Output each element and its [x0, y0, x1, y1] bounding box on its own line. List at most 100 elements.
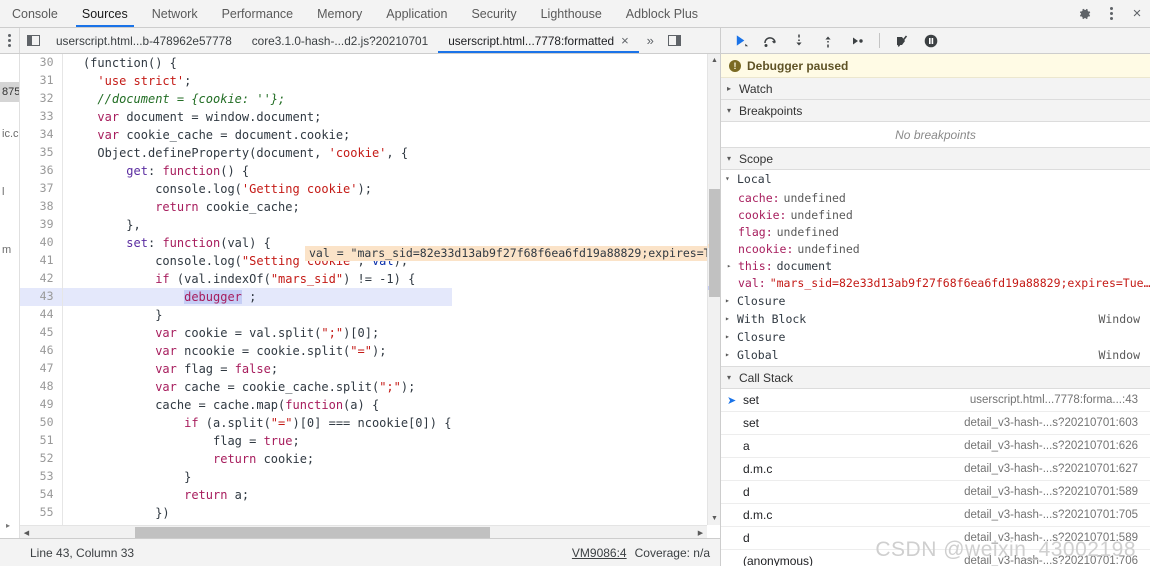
code-line[interactable]: 38 return cookie_cache; — [20, 198, 452, 216]
tab-sources[interactable]: Sources — [70, 0, 140, 27]
scope-group-closure[interactable]: ▸ Closure — [721, 292, 1150, 310]
step-into-next-function-call-button[interactable] — [789, 31, 809, 51]
code-line[interactable]: 33 var document = window.document; — [20, 108, 452, 126]
line-number[interactable]: 42 — [20, 270, 63, 288]
line-content[interactable]: }, — [62, 216, 452, 234]
close-file-tab-icon[interactable]: × — [621, 34, 629, 47]
show-navigator-button[interactable] — [20, 28, 46, 53]
line-content[interactable]: } — [62, 468, 452, 486]
line-content[interactable]: var cache = cookie_cache.split(";"); — [62, 378, 452, 396]
editor-vertical-scrollbar[interactable]: ▲ ▼ — [707, 54, 720, 525]
line-content[interactable]: var ncookie = cookie.split("="); — [62, 342, 452, 360]
line-content[interactable]: debugger ; — [62, 288, 453, 306]
code-line[interactable]: 30 (function() { — [20, 54, 452, 72]
settings-button[interactable] — [1072, 0, 1098, 27]
line-number[interactable]: 44 — [20, 306, 63, 324]
navigator-sliver-row[interactable]: m — [0, 240, 19, 260]
close-devtools-button[interactable]: × — [1124, 0, 1150, 27]
step-out-of-current-function-button[interactable] — [818, 31, 838, 51]
scroll-down-icon[interactable]: ▼ — [708, 512, 720, 525]
scope-variable-row[interactable]: val: "mars_sid=82e33d13ab9f27f68f6ea6fd19… — [721, 275, 1150, 292]
line-number[interactable]: 30 — [20, 54, 63, 72]
line-content[interactable]: flag = true; — [62, 432, 452, 450]
line-number[interactable]: 34 — [20, 126, 63, 144]
breakpoints-section-header[interactable]: ▾ Breakpoints — [721, 100, 1150, 122]
scope-group-with-block[interactable]: ▸ With Block Window — [721, 310, 1150, 328]
tab-network[interactable]: Network — [140, 0, 210, 27]
line-number[interactable]: 35 — [20, 144, 63, 162]
file-tab-3[interactable]: userscript.html...7778:formatted × — [438, 28, 640, 53]
call-stack-section-header[interactable]: ▾ Call Stack — [721, 367, 1150, 389]
line-content[interactable]: get: function() { — [62, 162, 452, 180]
line-number[interactable]: 47 — [20, 360, 63, 378]
navigator-sliver[interactable]: 8757 ic.cc l m ▸ — [0, 54, 20, 538]
code-line[interactable]: 42 if (val.indexOf("mars_sid") != -1) { — [20, 270, 452, 288]
line-number[interactable]: 55 — [20, 504, 63, 522]
line-content[interactable]: var cookie_cache = document.cookie; — [62, 126, 452, 144]
line-content[interactable]: var flag = false; — [62, 360, 452, 378]
code-line[interactable]: 35 Object.defineProperty(document, 'cook… — [20, 144, 452, 162]
file-tab-overflow-button[interactable]: » — [639, 28, 662, 53]
code-line[interactable]: 52 return cookie; — [20, 450, 452, 468]
line-content[interactable]: 'use strict'; — [62, 72, 452, 90]
line-number[interactable]: 41 — [20, 252, 63, 270]
line-number[interactable]: 40 — [20, 234, 63, 252]
editor-horizontal-scrollbar[interactable]: ◀ ▶ — [20, 525, 707, 538]
step-button[interactable] — [847, 31, 867, 51]
code-line[interactable]: 43 debugger ; — [20, 288, 453, 306]
file-tabs-more-button[interactable] — [0, 28, 20, 53]
code-line[interactable]: 37 console.log('Getting cookie'); — [20, 180, 452, 198]
code-line[interactable]: 46 var ncookie = cookie.split("="); — [20, 342, 452, 360]
show-debugger-sidebar-button[interactable] — [662, 28, 688, 53]
step-over-next-function-call-button[interactable] — [760, 31, 780, 51]
scope-group-local[interactable]: ▾ Local — [721, 170, 1150, 188]
scroll-left-icon[interactable]: ◀ — [20, 526, 33, 538]
tab-security[interactable]: Security — [459, 0, 528, 27]
line-content[interactable]: //document = {cookie: ''}; — [62, 90, 452, 108]
line-number[interactable]: 53 — [20, 468, 63, 486]
call-stack-row[interactable]: d detail_v3-hash-...s?20210701:589 — [721, 481, 1150, 504]
scope-variable-row[interactable]: cookie: undefined — [721, 207, 1150, 224]
line-number[interactable]: 46 — [20, 342, 63, 360]
scope-group-global[interactable]: ▸ Global Window — [721, 346, 1150, 364]
code-line[interactable]: 31 'use strict'; — [20, 72, 452, 90]
tab-adblock-plus[interactable]: Adblock Plus — [614, 0, 710, 27]
line-content[interactable]: (function() { — [62, 54, 452, 72]
resume-script-execution-button[interactable] — [731, 31, 751, 51]
code-line[interactable]: 50 if (a.split("=")[0] === ncookie[0]) { — [20, 414, 452, 432]
more-options-button[interactable] — [1098, 0, 1124, 27]
scope-section-header[interactable]: ▾ Scope — [721, 148, 1150, 170]
scope-group-closure[interactable]: ▸ Closure — [721, 328, 1150, 346]
line-number[interactable]: 43 — [20, 288, 63, 306]
line-content[interactable]: if (val.indexOf("mars_sid") != -1) { — [62, 270, 452, 288]
line-content[interactable]: cache = cache.map(function(a) { — [62, 396, 452, 414]
call-stack-row[interactable]: d.m.c detail_v3-hash-...s?20210701:705 — [721, 504, 1150, 527]
tab-console[interactable]: Console — [0, 0, 70, 27]
line-number[interactable]: 45 — [20, 324, 63, 342]
code-line[interactable]: 32 //document = {cookie: ''}; — [20, 90, 452, 108]
scope-variable-row[interactable]: ncookie: undefined — [721, 241, 1150, 258]
line-content[interactable]: if (a.split("=")[0] === ncookie[0]) { — [62, 414, 452, 432]
code-line[interactable]: 45 var cookie = val.split(";")[0]; — [20, 324, 452, 342]
navigator-sliver-row[interactable]: l — [0, 182, 19, 202]
line-content[interactable]: return cookie_cache; — [62, 198, 452, 216]
pause-on-exceptions-button[interactable] — [921, 31, 941, 51]
line-content[interactable]: Object.defineProperty(document, 'cookie'… — [62, 144, 452, 162]
line-content[interactable]: console.log('Getting cookie'); — [62, 180, 452, 198]
horizontal-scroll-thumb[interactable] — [135, 527, 490, 538]
call-stack-row[interactable]: ➤ set userscript.html...7778:forma...:43 — [721, 389, 1150, 412]
line-number[interactable]: 33 — [20, 108, 63, 126]
scope-variable-row[interactable]: cache: undefined — [721, 190, 1150, 207]
source-code-editor[interactable]: 30 (function() {31 'use strict'; 32 //doc… — [20, 54, 720, 538]
deactivate-breakpoints-button[interactable] — [892, 31, 912, 51]
call-stack-row[interactable]: set detail_v3-hash-...s?20210701:603 — [721, 412, 1150, 435]
call-stack-row[interactable]: (anonymous) detail_v3-hash-...s?20210701:… — [721, 550, 1150, 566]
tab-memory[interactable]: Memory — [305, 0, 374, 27]
call-stack-row[interactable]: a detail_v3-hash-...s?20210701:626 — [721, 435, 1150, 458]
watch-section-header[interactable]: ▸ Watch — [721, 78, 1150, 100]
call-stack-row[interactable]: d detail_v3-hash-...s?20210701:589 — [721, 527, 1150, 550]
code-line[interactable]: 49 cache = cache.map(function(a) { — [20, 396, 452, 414]
line-number[interactable]: 38 — [20, 198, 63, 216]
code-line[interactable]: 36 get: function() { — [20, 162, 452, 180]
code-line[interactable]: 34 var cookie_cache = document.cookie; — [20, 126, 452, 144]
